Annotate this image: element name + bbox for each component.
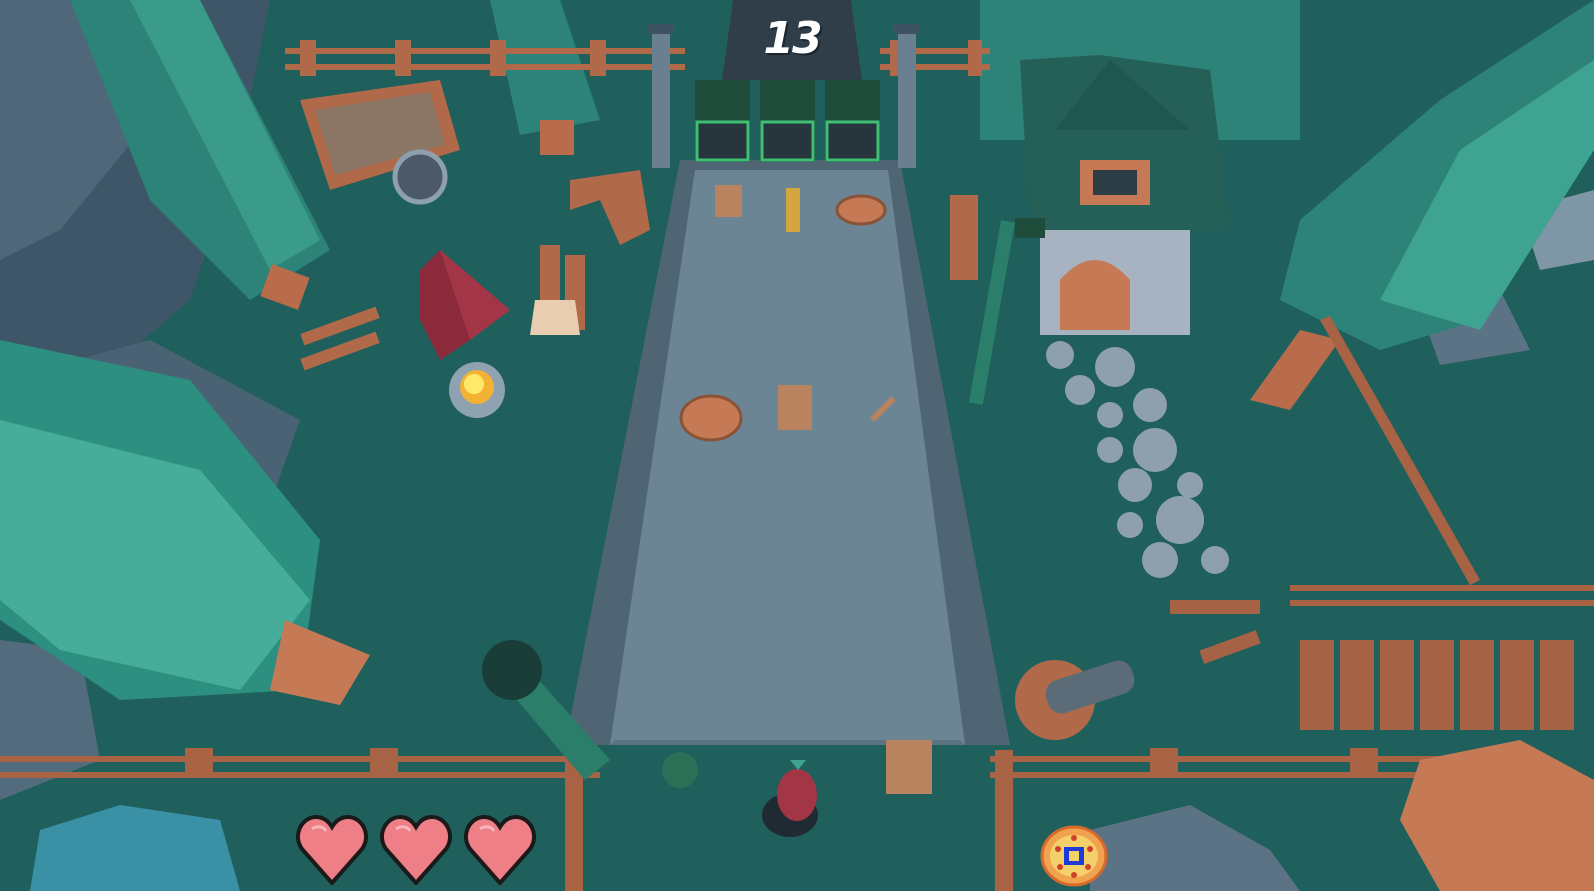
gate-post-left: [652, 28, 670, 168]
box-item: [778, 385, 812, 430]
box-item: [886, 740, 932, 794]
heart-icon: [296, 815, 368, 885]
heart-icon: [464, 815, 536, 885]
score-counter: 13: [763, 12, 822, 64]
heart-icon: [380, 815, 452, 885]
game-scene: [0, 0, 1594, 891]
lives-bar: [296, 815, 536, 885]
pizza-item: [679, 394, 743, 442]
pizza-item: [835, 194, 887, 226]
box-item: [715, 185, 742, 217]
gate-post-right: [898, 28, 916, 168]
bench: [950, 195, 978, 280]
green-bush: [662, 752, 698, 788]
bin-3: [825, 80, 880, 162]
house-door: [1060, 260, 1130, 330]
bin-2: [760, 80, 815, 162]
pizza-icon: [1040, 825, 1108, 887]
bottle-item: [786, 188, 800, 232]
score-panel: 13: [722, 0, 862, 80]
bin-1: [695, 80, 750, 162]
